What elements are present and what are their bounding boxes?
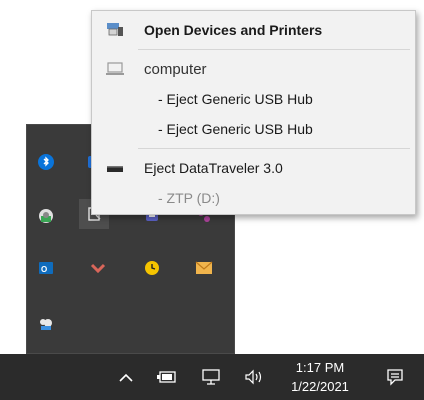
taskbar-clock[interactable]: 1:17 PM 1/22/2021 <box>278 358 362 398</box>
network-icon[interactable] <box>194 354 228 400</box>
menu-group-label: computer <box>144 60 207 78</box>
menu-item-label: - ZTP (D:) <box>158 190 220 206</box>
menu-item-label: Open Devices and Printers <box>144 22 323 38</box>
cloud-sync-icon[interactable] <box>31 309 61 339</box>
menu-item-label: - Eject Generic USB Hub <box>158 121 313 137</box>
svg-text:O: O <box>41 265 47 274</box>
menu-item-ztp-drive: - ZTP (D:) <box>92 183 415 213</box>
menu-separator <box>138 49 410 50</box>
notifications-icon[interactable] <box>378 354 412 400</box>
battery-icon[interactable] <box>150 354 184 400</box>
clock-date: 1/22/2021 <box>291 379 349 394</box>
menu-item-eject-usb-hub-1[interactable]: - Eject Generic USB Hub <box>92 84 415 114</box>
chevron-app-icon[interactable] <box>83 253 113 283</box>
menu-item-label: Eject DataTraveler 3.0 <box>144 160 283 176</box>
menu-item-eject-datatraveler[interactable]: Eject DataTraveler 3.0 <box>92 153 415 183</box>
volume-icon[interactable] <box>238 354 272 400</box>
clock-time: 1:17 PM <box>295 360 345 375</box>
taskbar: 1:17 PM 1/22/2021 <box>0 354 424 400</box>
devices-printers-icon <box>104 19 126 41</box>
computer-icon <box>104 58 126 80</box>
show-hidden-icons-chevron[interactable] <box>110 354 142 400</box>
menu-item-eject-usb-hub-2[interactable]: - Eject Generic USB Hub <box>92 114 415 144</box>
usb-drive-icon <box>104 157 126 179</box>
menu-group-computer: computer <box>92 54 415 84</box>
menu-separator <box>138 148 410 149</box>
menu-item-open-devices-printers[interactable]: Open Devices and Printers <box>92 15 415 45</box>
usb-eject-context-menu: Open Devices and Printers computer - Eje… <box>91 10 416 215</box>
vpn-shield-icon[interactable] <box>31 201 61 231</box>
menu-item-label: - Eject Generic USB Hub <box>158 91 313 107</box>
norton-clock-icon[interactable] <box>137 253 167 283</box>
mail-icon[interactable] <box>189 253 219 283</box>
outlook-icon[interactable]: O <box>31 253 61 283</box>
bluetooth-icon[interactable] <box>31 147 61 177</box>
